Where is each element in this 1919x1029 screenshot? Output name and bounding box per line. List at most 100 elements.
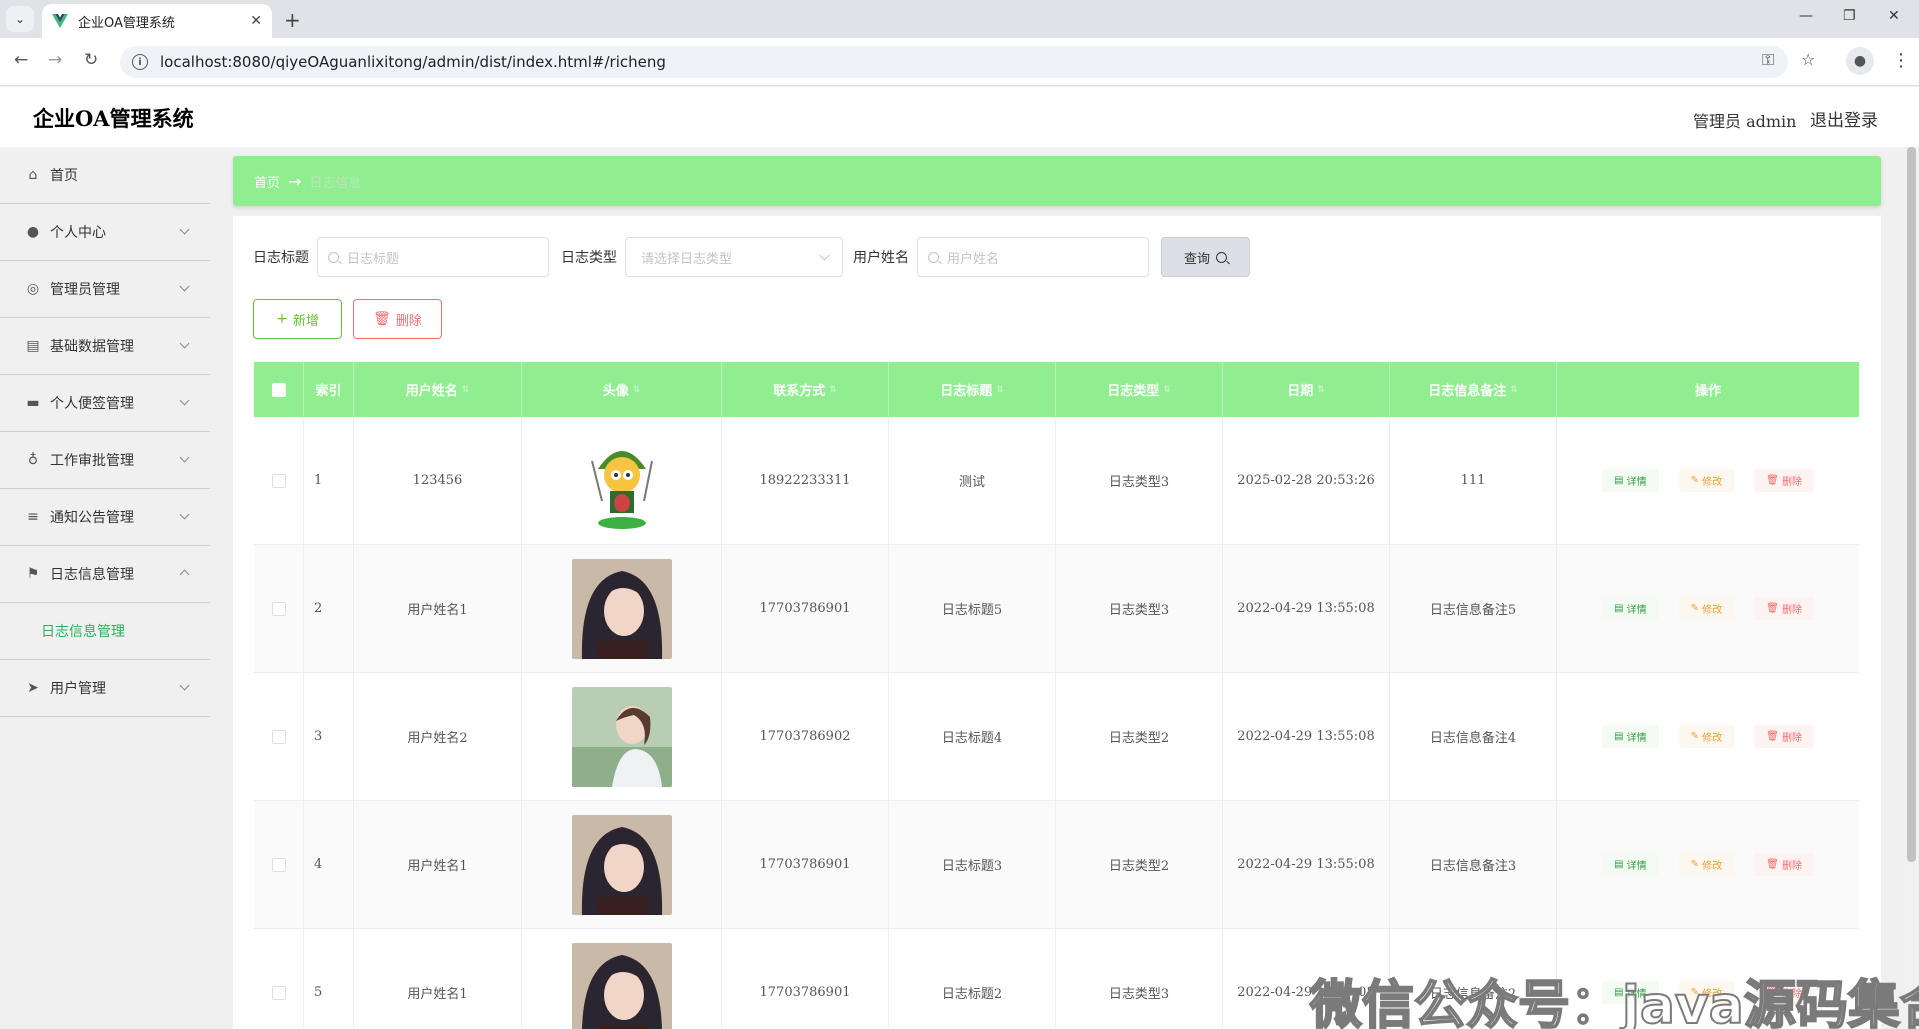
sidebar-item-logs[interactable]: ⚑ 日志信息管理 <box>0 546 210 603</box>
user-label: 用户姓名 <box>853 250 909 266</box>
sort-icon[interactable]: ⇅ <box>633 385 641 395</box>
sidebar-item-label: 首页 <box>50 168 78 184</box>
delete-button[interactable]: 🗑 删除 <box>353 299 442 339</box>
note-cell: 日志信息备注5 <box>1390 545 1557 672</box>
close-window-icon[interactable]: ✕ <box>1888 8 1900 24</box>
avatar-cell <box>522 801 722 928</box>
address-bar[interactable]: i localhost:8080/qiyeOAguanlixitong/admi… <box>120 46 1788 78</box>
phone-cell: 17703786901 <box>722 545 889 672</box>
restore-icon[interactable]: ❐ <box>1843 8 1856 24</box>
detail-button[interactable]: ▤ 详情 <box>1601 725 1659 748</box>
browser-tab[interactable]: 企业OA管理系统 ✕ <box>42 4 272 38</box>
sidebar-item-notes[interactable]: ▬ 个人便签管理 <box>0 375 210 432</box>
header-label: 头像 <box>602 384 629 399</box>
title-search-input[interactable]: 日志标题 <box>317 237 549 277</box>
query-label: 查询 <box>1183 251 1210 267</box>
detail-button[interactable]: ▤ 详情 <box>1601 853 1659 876</box>
sidebar-item-profile[interactable]: ● 个人中心 <box>0 204 210 261</box>
remove-button[interactable]: 🗑 删除 <box>1754 725 1815 748</box>
sidebar: ⌂ 首页 ● 个人中心 ◎ 管理员管理 ▤ 基础数据管理 ▬ 个人便签管理 ♁ … <box>0 147 210 1029</box>
breadcrumb-home[interactable]: 首页 <box>254 172 280 191</box>
breadcrumb: 首页 → 日志信息 <box>233 156 1881 206</box>
sidebar-item-basic-data[interactable]: ▤ 基础数据管理 <box>0 318 210 375</box>
sort-icon[interactable]: ⇅ <box>1317 385 1325 395</box>
chevron-down-icon <box>179 452 190 463</box>
operations-cell: ▤ 详情 ✎ 修改 🗑 删除 <box>1557 801 1859 928</box>
table-row: 3 用户姓名2 17703786902 日志标题4 日志类型2 2022-04-… <box>254 673 1859 801</box>
url-text: localhost:8080/qiyeOAguanlixitong/admin/… <box>160 53 666 71</box>
edit-button[interactable]: ✎ 修改 <box>1678 469 1735 492</box>
row-checkbox[interactable] <box>271 729 286 744</box>
new-tab-icon[interactable]: + <box>284 8 301 32</box>
back-icon[interactable]: ← <box>14 50 28 70</box>
profile-avatar-icon[interactable]: ● <box>1846 47 1874 75</box>
bookmark-star-icon[interactable]: ☆ <box>1801 50 1815 69</box>
sidebar-subitem-logs[interactable]: 日志信息管理 <box>0 603 210 660</box>
logout-link[interactable]: 退出登录 <box>1810 106 1878 131</box>
user-cell: 用户姓名1 <box>354 929 522 1029</box>
sort-icon[interactable]: ⇅ <box>829 385 837 395</box>
tab-list-button[interactable]: ⌄ <box>6 6 34 32</box>
sidebar-item-label: 工作审批管理 <box>50 453 134 469</box>
reload-icon[interactable]: ↻ <box>84 50 98 70</box>
column-header[interactable]: 日志标题 ⇅ <box>889 362 1056 417</box>
edit-label: 修改 <box>1702 477 1723 488</box>
column-header[interactable]: 日志信息备注 ⇅ <box>1390 362 1557 417</box>
browser-tabbar: ⌄ 企业OA管理系统 ✕ + — ❐ ✕ <box>0 0 1919 38</box>
chevron-down-icon <box>179 224 190 235</box>
select-all-checkbox[interactable] <box>271 382 286 397</box>
type-label: 日志类型 <box>561 250 617 266</box>
column-header[interactable]: 日期 ⇅ <box>1223 362 1390 417</box>
sort-icon[interactable]: ⇅ <box>996 385 1004 395</box>
current-user: 管理员 admin <box>1693 112 1797 131</box>
scrollbar-thumb[interactable] <box>1907 147 1916 862</box>
app-title: 企业OA管理系统 <box>33 106 194 131</box>
sidebar-item-approval[interactable]: ♁ 工作审批管理 <box>0 432 210 489</box>
column-header[interactable]: 日志类型 ⇅ <box>1056 362 1223 417</box>
query-button[interactable]: 查询 <box>1161 237 1250 277</box>
column-header[interactable]: 用户姓名 ⇅ <box>354 362 522 417</box>
sidebar-item-admins[interactable]: ◎ 管理员管理 <box>0 261 210 318</box>
sidebar-item-users[interactable]: ➤ 用户管理 <box>0 660 210 717</box>
header-label: 索引 <box>315 384 342 399</box>
detail-button[interactable]: ▤ 详情 <box>1601 469 1659 492</box>
header-label: 联系方式 <box>773 384 826 399</box>
sort-icon[interactable]: ⇅ <box>1510 385 1518 395</box>
column-header[interactable]: 联系方式 ⇅ <box>722 362 889 417</box>
plus-icon: + <box>276 311 288 327</box>
password-key-icon[interactable]: ⚿ <box>1762 50 1774 70</box>
edit-button[interactable]: ✎ 修改 <box>1678 597 1735 620</box>
remove-button[interactable]: 🗑 删除 <box>1754 853 1815 876</box>
sidebar-item-notices[interactable]: ≡ 通知公告管理 <box>0 489 210 546</box>
table-row: 4 用户姓名1 17703786901 日志标题3 日志类型2 2022-04-… <box>254 801 1859 929</box>
row-checkbox[interactable] <box>271 857 286 872</box>
site-info-icon[interactable]: i <box>132 54 148 70</box>
close-tab-icon[interactable]: ✕ <box>250 13 262 29</box>
detail-button[interactable]: ▤ 详情 <box>1601 597 1659 620</box>
add-button[interactable]: + 新增 <box>253 299 342 339</box>
browser-menu-icon[interactable]: ⋮ <box>1892 50 1910 71</box>
forward-icon[interactable]: → <box>48 50 62 70</box>
remove-button[interactable]: 🗑 删除 <box>1754 469 1815 492</box>
type-select[interactable]: 请选择日志类型 <box>625 237 843 277</box>
user-search-input[interactable]: 用户姓名 <box>917 237 1149 277</box>
remove-button[interactable]: 🗑 删除 <box>1754 597 1815 620</box>
sort-icon[interactable]: ⇅ <box>1163 385 1171 395</box>
column-header[interactable]: 头像 ⇅ <box>522 362 722 417</box>
type-placeholder: 请选择日志类型 <box>641 251 733 267</box>
pencil-icon: ✎ <box>1690 859 1703 870</box>
row-checkbox[interactable] <box>271 985 286 1000</box>
page-scrollbar[interactable] <box>1904 147 1919 1029</box>
sort-icon[interactable]: ⇅ <box>462 385 470 395</box>
edit-button[interactable]: ✎ 修改 <box>1678 853 1735 876</box>
row-checkbox[interactable] <box>271 473 286 488</box>
trash-icon: 🗑 <box>1766 859 1783 870</box>
edit-button[interactable]: ✎ 修改 <box>1678 725 1735 748</box>
send-icon: ➤ <box>27 680 39 696</box>
minimize-icon[interactable]: — <box>1799 8 1813 24</box>
home-icon: ⌂ <box>28 167 38 183</box>
header-label: 日志标题 <box>940 384 993 399</box>
sidebar-item-home[interactable]: ⌂ 首页 <box>0 147 210 204</box>
row-checkbox[interactable] <box>271 601 286 616</box>
sidebar-item-label: 个人中心 <box>50 225 106 241</box>
